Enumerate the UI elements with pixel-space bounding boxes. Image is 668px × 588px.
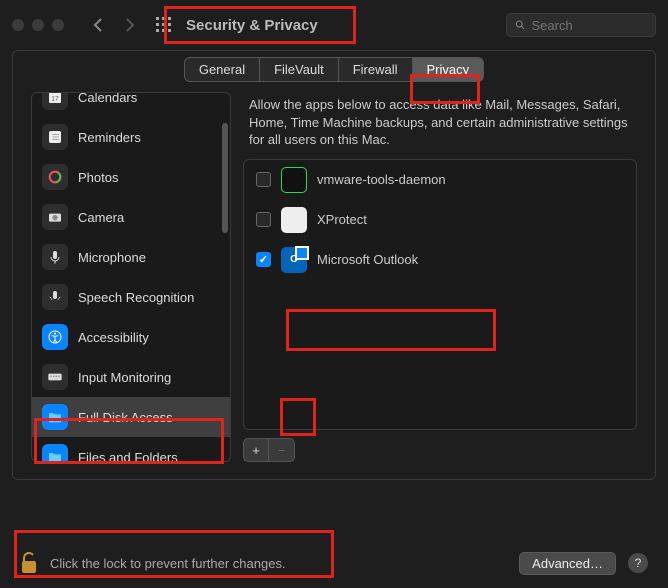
add-remove-controls: + − xyxy=(243,438,637,462)
tab-bar: General FileVault Firewall Privacy xyxy=(184,57,484,82)
close-window-icon[interactable] xyxy=(12,19,24,31)
sidebar-item-label: Microphone xyxy=(78,250,146,265)
sidebar-item-label: Calendars xyxy=(78,93,137,105)
add-button[interactable]: + xyxy=(243,438,269,462)
photos-icon xyxy=(42,164,68,190)
checkbox[interactable] xyxy=(256,252,271,267)
sidebar-item-accessibility[interactable]: Accessibility xyxy=(32,317,230,357)
tab-filevault[interactable]: FileVault xyxy=(259,58,338,81)
sidebar-item-photos[interactable]: Photos xyxy=(32,157,230,197)
sidebar-item-label: Files and Folders xyxy=(78,450,178,462)
lock-text: Click the lock to prevent further change… xyxy=(50,556,286,571)
sidebar-item-speech[interactable]: Speech Recognition xyxy=(32,277,230,317)
svg-text:17: 17 xyxy=(51,95,59,102)
remove-button[interactable]: − xyxy=(269,438,295,462)
advanced-button[interactable]: Advanced… xyxy=(519,552,616,575)
app-name: XProtect xyxy=(317,212,367,227)
sidebar-item-label: Input Monitoring xyxy=(78,370,171,385)
app-icon-generic xyxy=(281,207,307,233)
app-list[interactable]: vmware-tools-daemon XProtect O Microsoft… xyxy=(243,159,637,430)
calendar-icon: 17 xyxy=(42,93,68,110)
app-row[interactable]: XProtect xyxy=(244,200,636,240)
folder-icon xyxy=(42,444,68,461)
tab-general[interactable]: General xyxy=(185,58,259,81)
sidebar-item-files-folders[interactable]: Files and Folders xyxy=(32,437,230,461)
tab-privacy[interactable]: Privacy xyxy=(412,58,484,81)
search-field[interactable] xyxy=(506,13,656,37)
sidebar-item-input-monitoring[interactable]: Input Monitoring xyxy=(32,357,230,397)
sidebar-item-microphone[interactable]: Microphone xyxy=(32,237,230,277)
lock-icon[interactable] xyxy=(20,552,38,574)
bottom-bar: Click the lock to prevent further change… xyxy=(0,538,668,588)
help-button[interactable]: ? xyxy=(628,553,648,573)
sidebar-item-label: Full Disk Access xyxy=(78,410,173,425)
sidebar-item-reminders[interactable]: Reminders xyxy=(32,117,230,157)
checkbox[interactable] xyxy=(256,172,271,187)
app-icon-terminal xyxy=(281,167,307,193)
app-name: Microsoft Outlook xyxy=(317,252,418,267)
speech-icon xyxy=(42,284,68,310)
sidebar-item-full-disk-access[interactable]: Full Disk Access xyxy=(32,397,230,437)
privacy-category-list[interactable]: 17 Calendars Reminders Photos Camera xyxy=(31,92,231,462)
checkbox[interactable] xyxy=(256,212,271,227)
search-input[interactable] xyxy=(532,18,648,33)
sidebar-item-calendars[interactable]: 17 Calendars xyxy=(32,93,230,117)
microphone-icon xyxy=(42,244,68,270)
app-icon-outlook: O xyxy=(281,247,307,273)
sidebar-item-label: Speech Recognition xyxy=(78,290,194,305)
detail-pane: Allow the apps below to access data like… xyxy=(243,92,637,462)
folder-icon xyxy=(42,404,68,430)
description-text: Allow the apps below to access data like… xyxy=(243,92,637,159)
app-name: vmware-tools-daemon xyxy=(317,172,446,187)
tab-firewall[interactable]: Firewall xyxy=(338,58,412,81)
search-icon xyxy=(515,19,526,31)
sidebar-item-label: Photos xyxy=(78,170,118,185)
reminders-icon xyxy=(42,124,68,150)
minimize-window-icon[interactable] xyxy=(32,19,44,31)
sidebar-item-label: Reminders xyxy=(78,130,141,145)
keyboard-icon xyxy=(42,364,68,390)
app-row[interactable]: O Microsoft Outlook xyxy=(244,240,636,280)
camera-icon xyxy=(42,204,68,230)
app-row[interactable]: vmware-tools-daemon xyxy=(244,160,636,200)
nav-back-button[interactable] xyxy=(86,13,110,37)
page-title: Security & Privacy xyxy=(186,17,318,34)
nav-forward-button[interactable] xyxy=(118,13,142,37)
sidebar-item-camera[interactable]: Camera xyxy=(32,197,230,237)
sidebar-item-label: Camera xyxy=(78,210,124,225)
sidebar-item-label: Accessibility xyxy=(78,330,149,345)
zoom-window-icon[interactable] xyxy=(52,19,64,31)
scrollbar-thumb[interactable] xyxy=(222,123,228,233)
window-controls[interactable] xyxy=(12,19,64,31)
main-panel: General FileVault Firewall Privacy 17 Ca… xyxy=(12,50,656,480)
accessibility-icon xyxy=(42,324,68,350)
all-prefs-grid-icon[interactable] xyxy=(150,17,178,33)
